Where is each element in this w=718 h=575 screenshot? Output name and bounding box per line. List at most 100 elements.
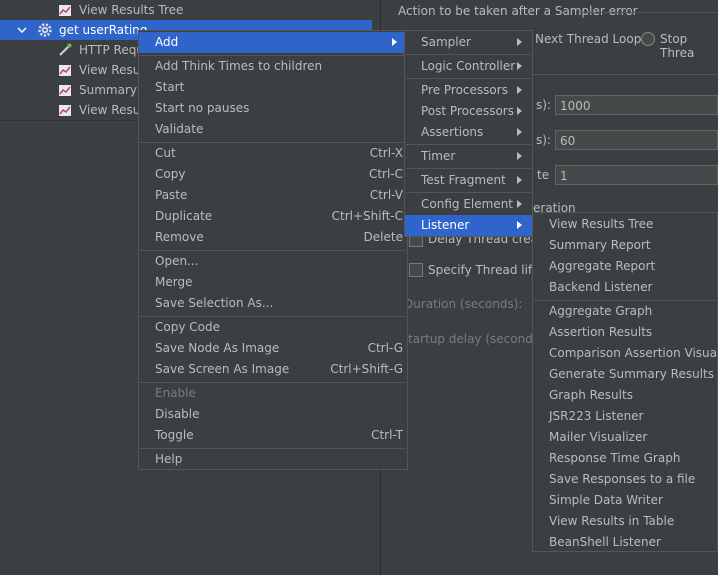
menu-item-mailer-visualizer[interactable]: Mailer Visualizer (533, 427, 717, 448)
menu-item-label: BeanShell Listener (549, 535, 661, 549)
menu-item-save-responses[interactable]: Save Responses to a file (533, 469, 717, 490)
chart-icon (59, 65, 71, 76)
menu-item-label: Cut (155, 146, 176, 160)
add-submenu: Sampler Logic Controller Pre Processors … (404, 30, 533, 237)
chevron-right-icon (517, 152, 522, 160)
menu-item-test-fragment[interactable]: Test Fragment (405, 170, 532, 191)
tree-item-label: HTTP Requ (79, 43, 144, 57)
stop-thread-label: Stop Threa (660, 32, 695, 60)
menu-item-label: Logic Controller (421, 59, 516, 73)
tree-item-view-results-tree[interactable]: View Results Tree (0, 0, 372, 20)
section-separator (520, 74, 718, 75)
menu-item-comparison-assertion-visualizer[interactable]: Comparison Assertion Visualizer (533, 343, 718, 364)
context-menu: Add Add Think Times to children Start St… (138, 30, 408, 470)
menu-item-timer[interactable]: Timer (405, 146, 532, 167)
next-thread-loop-label: Next Thread Loop (535, 32, 642, 46)
menu-item-listener[interactable]: Listener (405, 215, 532, 236)
menu-item-config-element[interactable]: Config Element (405, 194, 532, 215)
menu-item-save-screen-image[interactable]: Save Screen As Image Ctrl+Shift-G (139, 359, 407, 380)
chevron-right-icon (517, 200, 522, 208)
menu-item-label: Toggle (155, 428, 194, 442)
menu-item-label: Response Time Graph (549, 451, 681, 465)
chart-icon (59, 105, 71, 116)
loop-count-field[interactable]: 1 (555, 165, 718, 185)
menu-item-duplicate[interactable]: Duplicate Ctrl+Shift-C (139, 206, 407, 227)
menu-item-merge[interactable]: Merge (139, 272, 407, 293)
menu-item-label: Copy (155, 167, 186, 181)
menu-item-help[interactable]: Help (139, 449, 407, 470)
menu-item-add[interactable]: Add (139, 32, 407, 53)
menu-item-label: Paste (155, 188, 188, 202)
menu-item-graph-results[interactable]: Graph Results (533, 385, 717, 406)
menu-item-label: Listener (421, 218, 470, 232)
menu-item-response-time-graph[interactable]: Response Time Graph (533, 448, 717, 469)
menu-item-assertion-results[interactable]: Assertion Results (533, 322, 717, 343)
menu-item-copy[interactable]: Copy Ctrl-C (139, 164, 407, 185)
chevron-right-icon (517, 86, 522, 94)
threads-field[interactable]: 1000 (555, 95, 718, 115)
menu-item-label: Graph Results (549, 388, 633, 402)
loop-count-label: te (537, 168, 550, 182)
menu-item-label: Config Element (421, 197, 513, 211)
menu-item-summary-report[interactable]: Summary Report (533, 235, 717, 256)
group-border (583, 12, 718, 13)
chevron-right-icon (517, 107, 522, 115)
menu-item-view-results-tree[interactable]: View Results Tree (533, 214, 717, 235)
menu-item-shortcut: Ctrl-X (369, 146, 403, 160)
menu-item-aggregate-graph[interactable]: Aggregate Graph (533, 301, 717, 322)
menu-item-label: Validate (155, 122, 204, 136)
menu-item-remove[interactable]: Remove Delete (139, 227, 407, 248)
menu-item-beanshell-listener[interactable]: BeanShell Listener (533, 532, 717, 553)
chevron-right-icon (517, 62, 522, 70)
sampler-error-title: Action to be taken after a Sampler error (398, 4, 638, 18)
chevron-down-icon[interactable] (17, 25, 27, 35)
menu-item-label: Merge (155, 275, 193, 289)
menu-item-jsr223-listener[interactable]: JSR223 Listener (533, 406, 717, 427)
chevron-right-icon (392, 38, 397, 46)
menu-item-sampler[interactable]: Sampler (405, 32, 532, 53)
menu-item-add-think-times[interactable]: Add Think Times to children (139, 56, 407, 77)
menu-item-backend-listener[interactable]: Backend Listener (533, 277, 717, 298)
menu-item-enable: Enable (139, 383, 407, 404)
menu-item-label: Comparison Assertion Visualizer (549, 346, 718, 360)
menu-item-paste[interactable]: Paste Ctrl-V (139, 185, 407, 206)
menu-item-post-processors[interactable]: Post Processors (405, 101, 532, 122)
chart-icon (59, 5, 71, 16)
menu-item-label: Save Responses to a file (549, 472, 696, 486)
menu-item-view-results-in-table[interactable]: View Results in Table (533, 511, 717, 532)
menu-item-disable[interactable]: Disable (139, 404, 407, 425)
duration-label: Duration (seconds): (404, 297, 523, 311)
menu-item-start-no-pauses[interactable]: Start no pauses (139, 98, 407, 119)
menu-item-toggle[interactable]: Toggle Ctrl-T (139, 425, 407, 446)
menu-item-assertions[interactable]: Assertions (405, 122, 532, 143)
rampup-field[interactable]: 60 (555, 130, 718, 150)
menu-item-label: Help (155, 452, 183, 466)
chevron-right-icon (517, 38, 522, 46)
menu-item-label: Disable (155, 407, 200, 421)
menu-item-cut[interactable]: Cut Ctrl-X (139, 143, 407, 164)
menu-item-save-selection[interactable]: Save Selection As... (139, 293, 407, 314)
menu-item-validate[interactable]: Validate (139, 119, 407, 140)
menu-item-label: Aggregate Graph (549, 304, 653, 318)
menu-item-label: Summary Report (549, 238, 651, 252)
menu-item-logic-controller[interactable]: Logic Controller (405, 56, 532, 77)
menu-item-label: Remove (155, 230, 204, 244)
specify-lifetime-checkbox[interactable] (409, 263, 423, 277)
menu-item-label: Duplicate (155, 209, 213, 223)
menu-item-shortcut: Delete (363, 230, 403, 244)
menu-item-label: Backend Listener (549, 280, 653, 294)
menu-item-label: Save Selection As... (155, 296, 274, 310)
chart-icon (59, 85, 71, 96)
menu-item-copy-code[interactable]: Copy Code (139, 317, 407, 338)
menu-item-label: Sampler (421, 35, 471, 49)
stop-thread-radio[interactable] (641, 32, 655, 46)
menu-item-aggregate-report[interactable]: Aggregate Report (533, 256, 717, 277)
menu-item-open[interactable]: Open... (139, 251, 407, 272)
menu-item-save-node-image[interactable]: Save Node As Image Ctrl-G (139, 338, 407, 359)
menu-item-simple-data-writer[interactable]: Simple Data Writer (533, 490, 717, 511)
menu-item-start[interactable]: Start (139, 77, 407, 98)
menu-item-generate-summary-results[interactable]: Generate Summary Results (533, 364, 717, 385)
menu-item-label: View Results Tree (549, 217, 654, 231)
menu-item-pre-processors[interactable]: Pre Processors (405, 80, 532, 101)
menu-item-label: Test Fragment (421, 173, 506, 187)
